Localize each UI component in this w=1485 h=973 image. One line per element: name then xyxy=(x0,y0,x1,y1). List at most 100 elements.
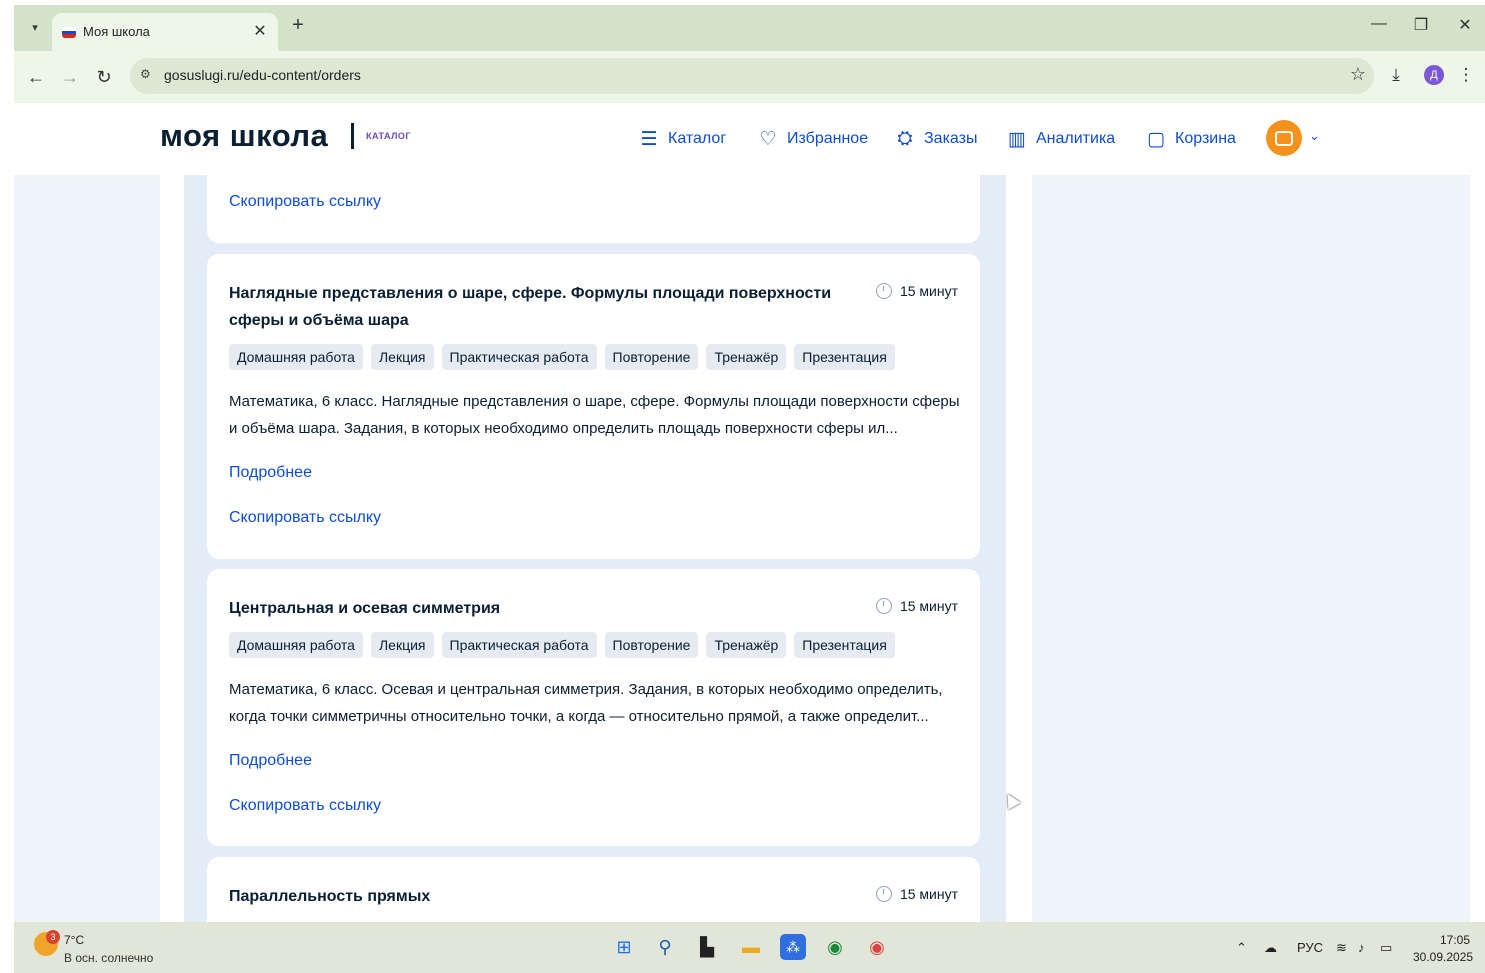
briefcase-icon xyxy=(1275,130,1293,146)
tag: Практическая работа xyxy=(441,344,597,370)
menu-cart-label: Корзина xyxy=(1175,130,1236,147)
card-title[interactable]: Параллельность прямых xyxy=(229,883,849,910)
menu-favorites-label: Избранное xyxy=(787,130,869,147)
url-text[interactable]: gosuslugi.ru/edu-content/orders xyxy=(164,67,361,83)
order-card: Параллельность прямых 15 минут xyxy=(207,857,980,922)
weather-badge: 3 xyxy=(46,930,60,944)
menu-catalog[interactable]: ☰ Каталог xyxy=(638,127,726,151)
site-info-icon[interactable]: ⚙ xyxy=(140,67,151,81)
search-icon[interactable]: ⚲ xyxy=(652,934,678,960)
weather-temperature[interactable]: 7°C xyxy=(64,933,84,947)
copy-link[interactable]: Скопировать ссылку xyxy=(229,509,381,527)
restore-icon[interactable]: ❐ xyxy=(1406,15,1436,35)
order-card: Наглядные представления о шаре, сфере. Ф… xyxy=(207,254,980,559)
menu-favorites[interactable]: ♡ Избранное xyxy=(757,127,868,151)
duration-text: 15 минут xyxy=(899,283,958,299)
card-title[interactable]: Центральная и осевая симметрия xyxy=(229,595,849,622)
page-viewport: моя школа КАТАЛОГ ☰ Каталог ♡ Избранное … xyxy=(14,103,1470,922)
task-view-icon[interactable]: ▙ xyxy=(694,934,720,960)
more-link[interactable]: Подробнее xyxy=(229,464,312,482)
forward-icon[interactable]: → xyxy=(58,65,82,89)
order-card: Скопировать ссылку xyxy=(207,163,980,243)
copy-link[interactable]: Скопировать ссылку xyxy=(229,797,381,815)
tag: Лекция xyxy=(370,632,434,658)
window-close-icon[interactable]: ✕ xyxy=(1450,15,1480,35)
user-avatar[interactable] xyxy=(1266,120,1302,156)
chevron-down-icon[interactable]: ⌄ xyxy=(1309,128,1320,144)
language-indicator[interactable]: РУС xyxy=(1297,940,1323,955)
menu-analytics[interactable]: ▥ Аналитика xyxy=(1006,127,1115,151)
tag-list: Домашняя работа Лекция Практическая рабо… xyxy=(229,344,895,370)
logo-subtitle: КАТАЛОГ xyxy=(366,131,412,141)
menu-orders[interactable]: ⛭ Заказы xyxy=(894,127,977,151)
battery-icon[interactable]: ▭ xyxy=(1380,940,1392,956)
clock-icon xyxy=(875,598,892,614)
duration-text: 15 минут xyxy=(899,598,958,614)
store-app-icon[interactable]: ⁂ xyxy=(780,934,806,960)
card-title[interactable]: Наглядные представления о шаре, сфере. Ф… xyxy=(229,280,849,334)
clock-icon xyxy=(875,886,892,902)
clock-time[interactable]: 17:05 xyxy=(1440,933,1470,947)
tag: Тренажёр xyxy=(706,632,787,658)
cloud-icon[interactable]: ☁ xyxy=(1264,940,1277,956)
bag-icon: ▢ xyxy=(1147,128,1165,150)
orders-icon: ⛭ xyxy=(897,128,913,149)
volume-icon[interactable]: ♪ xyxy=(1358,940,1365,955)
tab-close-icon[interactable]: ✕ xyxy=(250,21,270,41)
chart-icon: ▥ xyxy=(1008,128,1026,150)
tag: Лекция xyxy=(370,344,434,370)
tag: Презентация xyxy=(794,632,895,658)
back-icon[interactable]: ← xyxy=(24,65,48,89)
menu-analytics-label: Аналитика xyxy=(1036,130,1116,147)
tag: Повторение xyxy=(604,344,699,370)
more-menu-icon[interactable]: ⋮ xyxy=(1454,65,1478,85)
card-duration: 15 минут xyxy=(875,598,958,614)
more-link[interactable]: Подробнее xyxy=(229,752,312,770)
tab-search-chevron-icon[interactable]: ▾ xyxy=(24,17,46,39)
new-tab-icon[interactable]: + xyxy=(286,14,310,37)
bookmark-star-icon[interactable]: ☆ xyxy=(1350,64,1366,85)
profile-avatar[interactable]: Д xyxy=(1424,65,1444,85)
heart-icon: ♡ xyxy=(759,128,777,150)
browser-tab-strip: ▾ Моя школа ✕ + — ❐ ✕ xyxy=(14,5,1485,51)
tag: Домашняя работа xyxy=(229,344,363,370)
windows-start-icon[interactable]: ⊞ xyxy=(611,934,637,960)
site-logo[interactable]: моя школа xyxy=(160,118,328,154)
menu-cart[interactable]: ▢ Корзина xyxy=(1145,127,1236,151)
copy-link[interactable]: Скопировать ссылку xyxy=(229,193,381,211)
favicon-icon xyxy=(62,27,76,38)
list-icon: ☰ xyxy=(640,128,658,150)
chrome-profile-icon[interactable]: ◉ xyxy=(864,934,890,960)
file-explorer-icon[interactable]: ▬ xyxy=(738,934,764,960)
clock-date[interactable]: 30.09.2025 xyxy=(1413,950,1473,964)
weather-description[interactable]: В осн. солнечно xyxy=(64,951,153,965)
site-header: моя школа КАТАЛОГ ☰ Каталог ♡ Избранное … xyxy=(14,103,1470,175)
card-description: Математика, 6 класс. Осевая и центральна… xyxy=(229,681,943,725)
card-duration: 15 минут xyxy=(875,283,958,299)
menu-catalog-label: Каталог xyxy=(668,130,727,147)
clock-icon xyxy=(875,283,892,299)
tag: Домашняя работа xyxy=(229,632,363,658)
wifi-icon[interactable]: ≋ xyxy=(1336,940,1347,956)
tag: Повторение xyxy=(604,632,699,658)
reload-icon[interactable]: ↻ xyxy=(92,65,116,89)
tag-list: Домашняя работа Лекция Практическая рабо… xyxy=(229,632,895,658)
card-duration: 15 минут xyxy=(875,886,958,902)
address-bar[interactable]: ⚙ gosuslugi.ru/edu-content/orders ☆ xyxy=(130,58,1374,94)
menu-orders-label: Заказы xyxy=(924,130,978,147)
tab-title: Моя школа xyxy=(83,24,150,39)
browser-tab[interactable]: Моя школа ✕ xyxy=(52,13,278,51)
tag: Тренажёр xyxy=(706,344,787,370)
minimize-icon[interactable]: — xyxy=(1364,15,1394,33)
download-icon[interactable]: ⤓ xyxy=(1384,65,1408,85)
tag: Практическая работа xyxy=(441,632,597,658)
browser-toolbar: ← → ↻ ⚙ gosuslugi.ru/edu-content/orders … xyxy=(14,51,1485,103)
logo-separator xyxy=(351,123,354,149)
tag: Презентация xyxy=(794,344,895,370)
duration-text: 15 минут xyxy=(899,886,958,902)
order-card: Центральная и осевая симметрия 15 минут … xyxy=(207,569,980,846)
chrome-icon[interactable]: ◉ xyxy=(822,934,848,960)
windows-taskbar: 3 7°C В осн. солнечно ⊞ ⚲ ▙ ▬ ⁂ ◉ ◉ ⌃ ☁ … xyxy=(14,922,1485,973)
card-description: Математика, 6 класс. Наглядные представл… xyxy=(229,393,960,437)
tray-chevron-up-icon[interactable]: ⌃ xyxy=(1236,940,1247,956)
